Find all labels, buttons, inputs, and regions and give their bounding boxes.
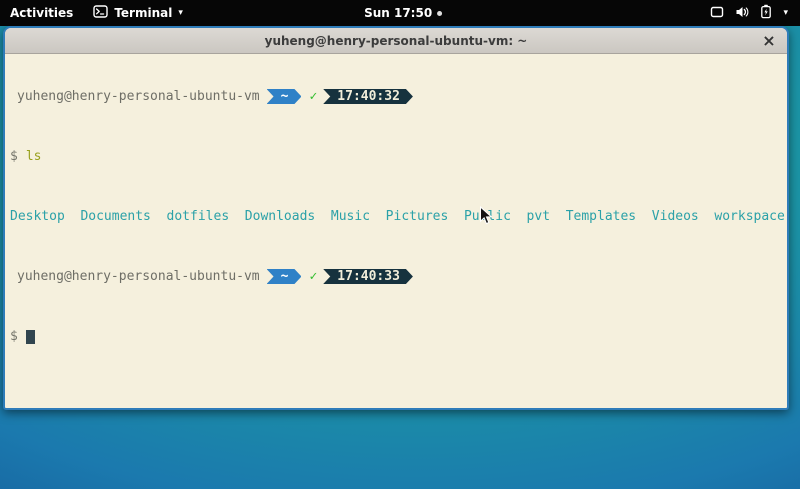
prompt-time: 17:40:33 <box>337 269 400 284</box>
battery-charging-icon <box>760 4 772 22</box>
clock-button[interactable]: Sun 17:50 <box>364 0 442 26</box>
gnome-top-bar: Activities Terminal ▾ Sun 17:50 <box>0 0 800 26</box>
prompt-cwd-segment: ~ <box>267 89 302 104</box>
terminal-app-icon <box>93 5 108 21</box>
window-title: yuheng@henry-personal-ubuntu-vm: ~ <box>265 34 528 48</box>
screen-share-icon <box>710 5 724 22</box>
window-titlebar[interactable]: yuheng@henry-personal-ubuntu-vm: ~ × <box>5 28 787 54</box>
chevron-down-icon: ▾ <box>783 8 788 18</box>
typed-command: ls <box>26 149 42 164</box>
prompt-status-check-icon: ✓ <box>309 269 317 284</box>
prompt-time-segment: 17:40:32 <box>323 89 413 104</box>
prompt-status-check-icon: ✓ <box>309 89 317 104</box>
terminal-window: yuheng@henry-personal-ubuntu-vm: ~ × yuh… <box>3 26 789 410</box>
terminal-screen[interactable]: yuheng@henry-personal-ubuntu-vm ~ ✓ 17:4… <box>5 55 787 408</box>
terminal-cursor <box>26 330 35 344</box>
notification-dot <box>437 11 442 16</box>
command-line-2: $ <box>10 329 783 344</box>
prompt-cwd: ~ <box>281 89 289 104</box>
ls-output-line: Desktop Documents dotfiles Downloads Mus… <box>10 209 783 224</box>
prompt-symbol: $ <box>10 149 18 164</box>
chevron-down-icon: ▾ <box>178 8 183 18</box>
system-status-area[interactable]: ▾ <box>698 0 800 26</box>
clock-label: Sun 17:50 <box>364 6 432 20</box>
prompt-cwd: ~ <box>281 269 289 284</box>
prompt-user-host: yuheng@henry-personal-ubuntu-vm <box>10 89 260 104</box>
app-menu-label: Terminal <box>114 6 172 20</box>
prompt-symbol: $ <box>10 329 18 344</box>
prompt-cwd-segment: ~ <box>267 269 302 284</box>
prompt-line-2: yuheng@henry-personal-ubuntu-vm ~ ✓ 17:4… <box>10 269 783 284</box>
volume-icon <box>735 5 749 22</box>
app-menu-terminal[interactable]: Terminal ▾ <box>83 0 193 26</box>
prompt-line-1: yuheng@henry-personal-ubuntu-vm ~ ✓ 17:4… <box>10 89 783 104</box>
close-button[interactable]: × <box>759 31 779 51</box>
command-line-1: $ ls <box>10 149 783 164</box>
activities-button[interactable]: Activities <box>0 0 83 26</box>
prompt-time-segment: 17:40:33 <box>323 269 413 284</box>
prompt-user-host: yuheng@henry-personal-ubuntu-vm <box>10 269 260 284</box>
top-bar-left: Activities Terminal ▾ <box>0 0 193 26</box>
prompt-time: 17:40:32 <box>337 89 400 104</box>
